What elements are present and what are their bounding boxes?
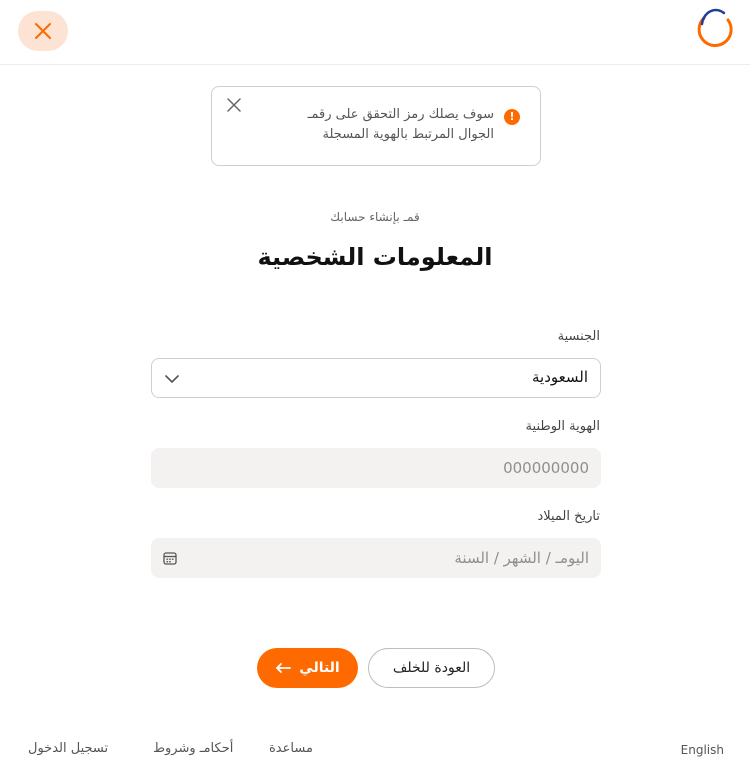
top-bar: [0, 0, 750, 65]
calendar-icon[interactable]: [163, 551, 177, 565]
alert-message: سوف يصلك رمز التحقق على رقمـ الجوال المر…: [264, 105, 494, 145]
help-link[interactable]: مساعدة: [269, 741, 313, 756]
birth-date-label: تاريخ الميلاد: [537, 509, 600, 524]
alert-close-button[interactable]: [224, 95, 244, 115]
language-switch[interactable]: English: [681, 743, 724, 757]
chevron-down-icon: [165, 375, 179, 383]
arrow-left-icon: [276, 663, 292, 673]
nationality-selected-value: السعودية: [531, 368, 588, 386]
national-id-label: الهوية الوطنية: [525, 419, 600, 434]
nationality-label: الجنسية: [557, 329, 600, 344]
birth-date-input[interactable]: [151, 538, 601, 578]
next-button-label: التالي: [299, 660, 340, 676]
exclamation-icon: !: [504, 109, 520, 125]
alert-message-line-1: سوف يصلك رمز التحقق على رقمـ: [307, 107, 494, 122]
close-icon: [227, 98, 241, 112]
next-button[interactable]: التالي: [257, 648, 358, 688]
terms-link[interactable]: أحكامـ وشروط: [153, 741, 233, 756]
alert-message-line-2: الجوال المرتبط بالهوية المسجلة: [322, 127, 494, 142]
brand-logo-icon: [697, 8, 733, 47]
login-link[interactable]: تسجيل الدخول: [28, 741, 108, 756]
page-subtitle: قمـ بإنشاء حسابك: [330, 210, 420, 224]
page-title: المعلومات الشخصية: [257, 243, 493, 271]
info-alert: ! سوف يصلك رمز التحقق على رقمـ الجوال ال…: [211, 86, 541, 166]
close-icon: [35, 23, 51, 39]
back-button[interactable]: العودة للخلف: [368, 648, 495, 688]
close-button[interactable]: [18, 11, 68, 51]
nationality-select[interactable]: السعودية: [151, 358, 601, 398]
national-id-input[interactable]: [151, 448, 601, 488]
